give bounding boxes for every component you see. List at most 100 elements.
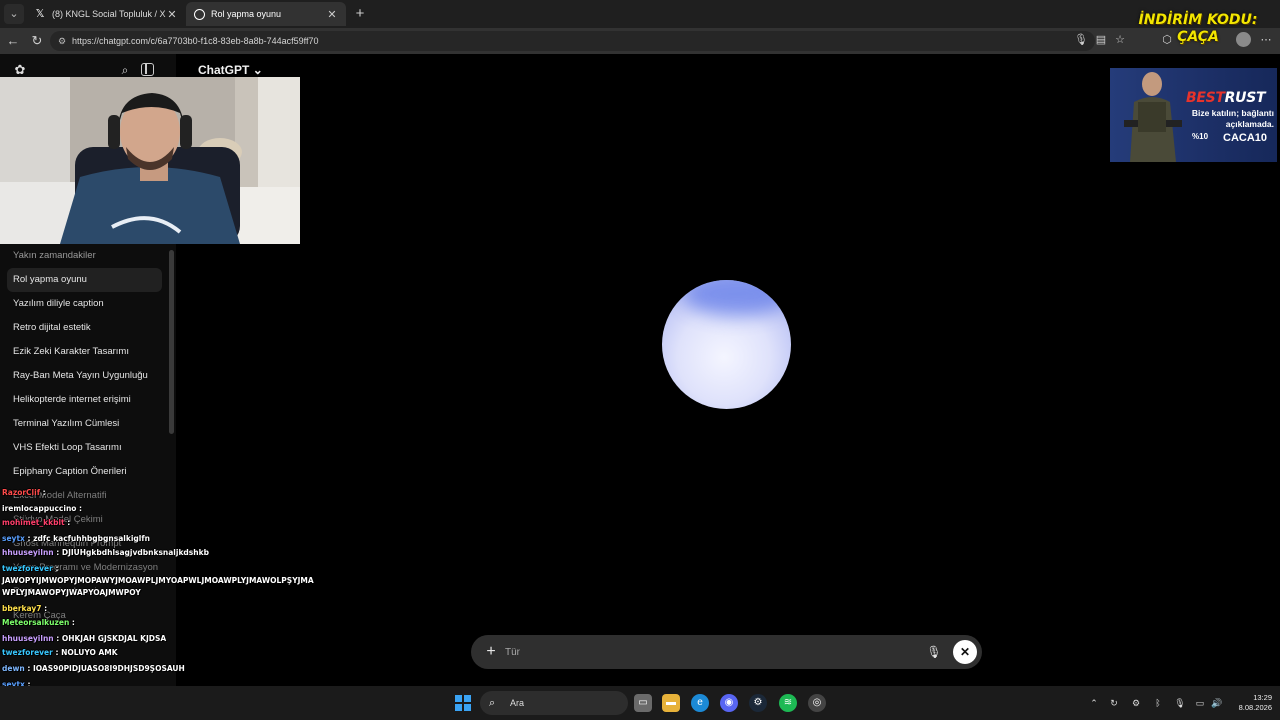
chat-message: RazorClif : [2, 488, 46, 498]
chat-username: twezforever [2, 648, 53, 657]
system-clock[interactable]: 13:29 8.08.2026 [1226, 693, 1272, 713]
chat-text: : [52, 564, 59, 573]
steam-icon[interactable]: ⚙ [749, 694, 767, 712]
coupon-line-2: ÇAÇA [1177, 29, 1219, 45]
chat-username: RazorClif [2, 488, 40, 497]
add-attachment-plus-icon[interactable]: + [481, 642, 501, 662]
chat-text: : [69, 618, 75, 627]
browser-tab-chatgpt[interactable]: Rol yapma oyunu ✕ [186, 2, 346, 26]
bluetooth-icon[interactable]: ᛒ [1152, 697, 1164, 709]
windows-taskbar: ⌕ Ara ▭ ▬ e ◉ ⚙ ≋ ◎ ⌃ ↻ ⚙ ᛒ 🎙 ▭ 🔊 13:29 … [0, 686, 1280, 720]
chat-message: JAWOPYIJMWOPYJMOPAWYJMOAWPLJMYOAPWLJMOAW… [2, 576, 314, 586]
chat-username: twezforever [2, 564, 53, 573]
sidebar-chat-item[interactable]: Terminal Yazılım Cümlesi [7, 412, 162, 436]
end-voice-close-icon[interactable]: ✕ [953, 640, 977, 664]
new-tab-plus-icon[interactable]: + [350, 4, 370, 24]
sync-icon[interactable]: ↻ [1108, 697, 1120, 709]
chrome-icon[interactable]: ◎ [808, 694, 826, 712]
chatgpt-icon [194, 8, 205, 20]
sidebar-chat-item[interactable]: Helikopterde internet erişimi [7, 388, 162, 412]
sidebar-chat-item[interactable]: Ezik Zeki Karakter Tasarımı [7, 340, 162, 364]
chat-message: twezforever : [2, 564, 58, 574]
chat-message: bberkay7 : [2, 604, 47, 614]
edge-icon[interactable]: e [691, 694, 709, 712]
chat-text: : IOAS90PIDJUASO8I9DHJSD9ŞOSAUH [24, 664, 185, 673]
tab-label: (8) KNGL Social Topluluk / X [52, 9, 166, 19]
chat-username: Meteorsalkuzen [2, 618, 70, 627]
microphone-icon[interactable]: 🎙 [925, 643, 943, 661]
chat-text: : zdfc kacfuhhbgbgnsalkiglfn [24, 534, 150, 543]
close-tab-icon[interactable]: ✕ [326, 8, 338, 21]
openai-logo-icon[interactable]: ✿ [12, 62, 28, 78]
chat-text: : [76, 504, 83, 513]
search-icon[interactable]: ⌕ [117, 62, 133, 78]
sidebar-chat-item[interactable]: Retro dijital estetik [7, 316, 162, 340]
chat-message: iremlocappuccino : [2, 504, 82, 514]
back-arrow-icon[interactable]: ← [4, 32, 22, 50]
chat-text: : NOLUYO AMK [52, 648, 118, 657]
address-bar[interactable]: ⚙ https://chatgpt.com/c/6a7703b0-f1c8-83… [50, 31, 1095, 51]
reader-mode-icon[interactable]: ▤ [1094, 33, 1108, 47]
tab-label: Rol yapma oyunu [211, 9, 282, 19]
chat-message: hhuuseyilnn : OHKJAH GJSKDJAL KJDSA [2, 634, 166, 644]
composer: + 🎙 ✕ [471, 635, 982, 669]
sidebar-chat-item[interactable]: Yazılım diliyle caption [7, 292, 162, 316]
chat-history-list: Rol yapma oyunu Yazılım diliyle caption Re… [7, 268, 162, 628]
chat-text: : DJIUHgkbdhlsagjvdbnksnaljkdshkb [53, 548, 209, 557]
reload-icon[interactable]: ↻ [28, 32, 46, 50]
sidebar-chat-item[interactable]: VHS Efekti Loop Tasarımı [7, 436, 162, 460]
brand-rust: RUST [1224, 90, 1266, 106]
sponsor-brand: BESTRUST [1186, 90, 1266, 106]
sidebar-chat-item[interactable]: Rol yapma oyunu [7, 268, 162, 292]
chat-text: : OHKJAH GJSKDJAL KJDSA [53, 634, 167, 643]
microphone-tray-icon[interactable]: 🎙 [1174, 697, 1186, 709]
chat-username: iremlocappuccino [2, 504, 77, 513]
sidebar-chat-item[interactable]: Ray-Ban Meta Yayın Uygunluğu [7, 364, 162, 388]
clock-time: 13:29 [1253, 693, 1272, 702]
chat-username: hhuuseyilnn [2, 548, 54, 557]
file-explorer-icon[interactable]: ▬ [662, 694, 680, 712]
chat-text: : [64, 518, 71, 527]
microphone-icon[interactable]: 🎙 [1074, 33, 1088, 47]
chat-text: : [41, 604, 48, 613]
discord-icon[interactable]: ◉ [720, 694, 738, 712]
chat-message: hhuuseyilnn : DJIUHgkbdhlsagjvdbnksnaljk… [2, 548, 209, 558]
chat-message: dewn : IOAS90PIDJUASO8I9DHJSD9ŞOSAUH [2, 664, 185, 674]
tray-chevron-up-icon[interactable]: ⌃ [1088, 697, 1100, 709]
taskbar-search-label: Ara [510, 698, 525, 708]
sponsor-percent: %10 [1192, 132, 1209, 141]
task-view-icon[interactable]: ▭ [634, 694, 652, 712]
sponsor-soldier-image [1124, 72, 1182, 162]
browser-toolbar: ← ↻ ⚙ https://chatgpt.com/c/6a7703b0-f1c… [0, 28, 1280, 54]
url-text: https://chatgpt.com/c/6a7703b0-f1c8-83eb… [72, 36, 319, 46]
coupon-line-1: İNDİRİM KODU: [1138, 12, 1258, 28]
tab-list-chevron-icon[interactable]: ⌄ [4, 4, 24, 24]
webcam-feed-image [0, 77, 300, 244]
steam-tray-icon[interactable]: ⚙ [1130, 697, 1142, 709]
browser-tab-x[interactable]: 𝕏 (8) KNGL Social Topluluk / X ✕ [26, 2, 186, 26]
chat-message: twezforever : NOLUYO AMK [2, 648, 118, 658]
webcam-overlay [0, 77, 300, 244]
sponsor-code: CACA10 [1223, 132, 1268, 144]
sidebar-toggle-icon[interactable] [141, 63, 154, 76]
close-tab-icon[interactable]: ✕ [166, 8, 178, 21]
chat-username: mohimet_kkblt [2, 518, 65, 527]
more-menu-icon[interactable]: ⋯ [1259, 33, 1273, 47]
voice-mode-orb [662, 280, 791, 409]
sidebar-chat-item[interactable]: Epiphany Caption Önerileri [7, 460, 162, 484]
site-info-icon[interactable]: ⚙ [58, 31, 66, 51]
volume-icon[interactable]: 🔊 [1211, 697, 1223, 709]
model-switcher[interactable]: ChatGPT ⌄ [198, 63, 263, 77]
browser-tab-strip: ⌄ 𝕏 (8) KNGL Social Topluluk / X ✕ Rol y… [0, 0, 1280, 28]
spotify-icon[interactable]: ≋ [779, 694, 797, 712]
windows-start-icon[interactable] [455, 695, 471, 711]
screen: ⌄ 𝕏 (8) KNGL Social Topluluk / X ✕ Rol y… [0, 0, 1280, 720]
bookmark-star-icon[interactable]: ☆ [1113, 33, 1127, 47]
chat-text: : [39, 488, 46, 497]
network-icon[interactable]: ▭ [1194, 697, 1206, 709]
taskbar-search[interactable]: ⌕ Ara [480, 691, 628, 715]
prompt-input[interactable] [505, 643, 885, 661]
chat-username: bberkay7 [2, 604, 42, 613]
sidebar-scrollbar[interactable] [169, 250, 174, 434]
chat-message: Meteorsalkuzen : [2, 618, 75, 628]
